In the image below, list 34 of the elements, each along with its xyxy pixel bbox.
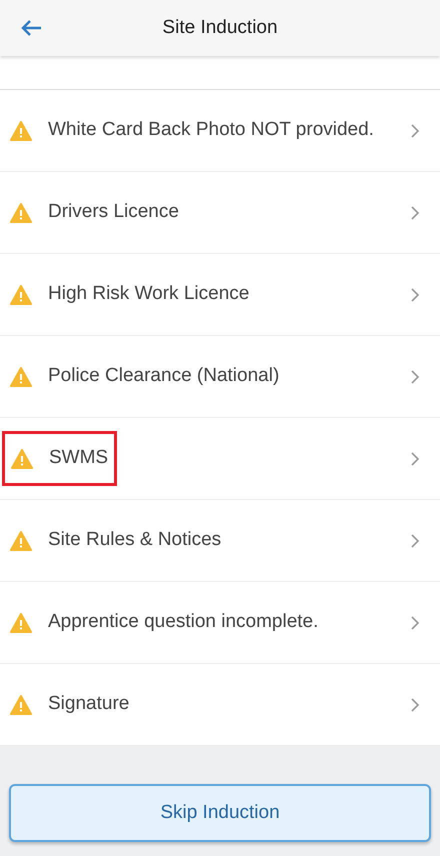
chevron-right-icon (410, 532, 420, 548)
screen-title: Site Induction (162, 16, 278, 40)
warning-icon (10, 366, 32, 386)
list-item[interactable]: White Card Back Photo NOT provided. (0, 90, 440, 172)
list-item[interactable]: Apprentice question incomplete. (0, 582, 440, 664)
item-label: SWMS (49, 446, 108, 470)
chevron-right-icon (410, 450, 420, 466)
warning-icon (10, 120, 32, 140)
chevron-right-icon (410, 122, 420, 138)
list-item[interactable]: Police Clearance (National) (0, 336, 440, 418)
warning-icon (10, 284, 32, 304)
list-item[interactable]: Drivers Licence (0, 172, 440, 254)
warning-icon (10, 530, 32, 550)
item-label: Signature (48, 692, 130, 716)
back-arrow-icon (20, 19, 42, 37)
warning-icon (10, 694, 32, 714)
item-label: White Card Back Photo NOT provided. (48, 118, 374, 142)
item-label: High Risk Work Licence (48, 282, 250, 306)
chevron-right-icon (410, 614, 420, 630)
item-label: Police Clearance (National) (48, 364, 280, 388)
chevron-right-icon (410, 204, 420, 220)
skip-induction-button[interactable]: Skip Induction (9, 784, 431, 842)
chevron-right-icon (410, 286, 420, 302)
list-item[interactable]: High Risk Work Licence (0, 254, 440, 336)
item-label: Drivers Licence (48, 200, 179, 224)
list-item[interactable]: SWMS (0, 418, 440, 500)
item-label: Apprentice question incomplete. (48, 610, 318, 634)
warning-icon (11, 448, 33, 468)
warning-icon (10, 612, 32, 632)
chevron-right-icon (410, 696, 420, 712)
chevron-right-icon (410, 368, 420, 384)
warning-icon (10, 202, 32, 222)
list-item[interactable]: Site Rules & Notices (0, 500, 440, 582)
item-label: Site Rules & Notices (48, 528, 222, 552)
